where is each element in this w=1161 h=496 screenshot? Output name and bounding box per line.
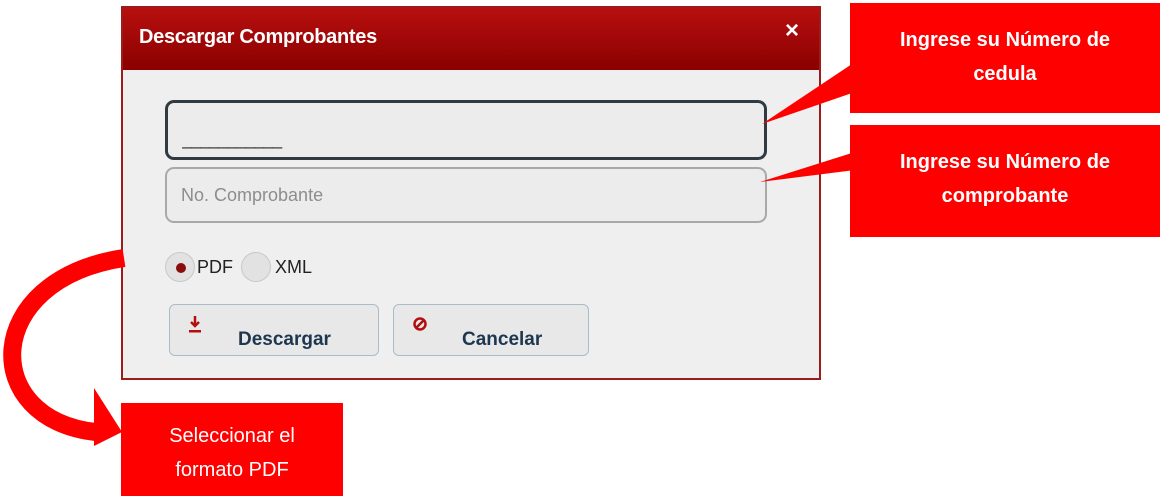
curved-arrow-head xyxy=(94,388,122,446)
download-button-label: Descargar xyxy=(238,329,331,350)
callout-comprobante-line-1: Ingrese su Número de xyxy=(899,151,1111,173)
download-button[interactable]: Descargar xyxy=(169,304,379,356)
radio-pdf-label: PDF xyxy=(197,256,233,277)
cancel-button-label: Cancelar xyxy=(462,329,543,350)
download-dialog: Descargar Comprobantes × PDF XML Descarg… xyxy=(121,6,821,380)
curved-arrow xyxy=(3,249,126,441)
callout-cedula: Ingrese su Número de cedula xyxy=(850,3,1160,113)
format-radio-group: PDF XML xyxy=(165,250,312,284)
radio-xml-label: XML xyxy=(275,256,313,277)
cedula-input[interactable] xyxy=(165,100,767,160)
dialog-title: Descargar Comprobantes xyxy=(139,26,377,48)
ban-icon xyxy=(412,315,428,338)
dialog-header: Descargar Comprobantes × xyxy=(123,8,819,70)
callout-formato-line-2: formato PDF xyxy=(175,459,289,481)
cancel-button[interactable]: Cancelar xyxy=(393,304,589,356)
close-icon[interactable]: × xyxy=(781,19,803,43)
callout-comprobante-line-2: comprobante xyxy=(941,185,1069,207)
callout-comprobante: Ingrese su Número de comprobante xyxy=(850,125,1160,237)
radio-xml[interactable] xyxy=(241,252,271,282)
download-icon xyxy=(188,315,202,340)
callout-cedula-line-1: Ingrese su Número de xyxy=(899,29,1111,51)
callout-cedula-line-2: cedula xyxy=(973,63,1037,85)
comprobante-input[interactable] xyxy=(165,167,767,223)
radio-pdf[interactable] xyxy=(165,252,195,282)
stage: Descargar Comprobantes × PDF XML Descarg… xyxy=(0,0,1161,496)
callout-formato: Seleccionar el formato PDF xyxy=(121,403,343,496)
callout-formato-line-1: Seleccionar el xyxy=(169,425,295,447)
